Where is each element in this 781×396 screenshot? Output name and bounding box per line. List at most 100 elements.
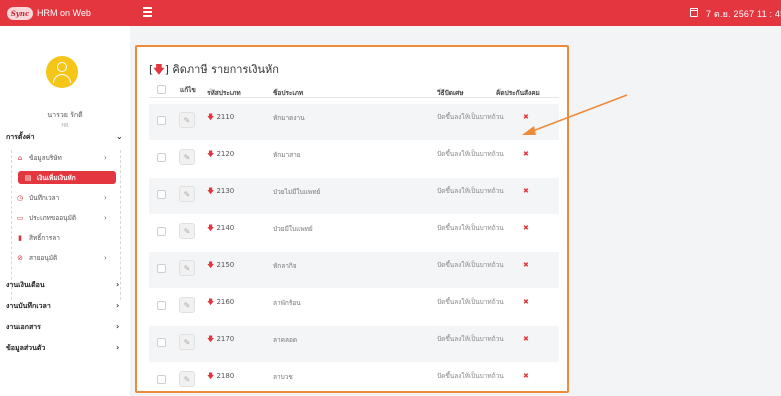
type-code: 🡇 2120 [207, 150, 235, 158]
table-row[interactable]: ✎ 🡇 2180 ลาบวช ปัดขึ้นลงให้เป็นบาทถ้วน ✖ [149, 363, 559, 391]
rounding-method: ปัดขึ้นลงให้เป็นบาทถ้วน [437, 372, 504, 380]
chevron-right-icon: › [104, 154, 107, 162]
edit-button[interactable]: ✎ [179, 186, 195, 202]
cross-icon: ✖ [523, 150, 529, 158]
type-name: ป่วยไม่มีใบแพทย์ [273, 188, 321, 196]
rounding-method: ปัดขึ้นลงให้เป็นบาทถ้วน [437, 261, 504, 269]
pencil-icon: ✎ [183, 189, 191, 199]
user-name: นารวย รักดี [47, 111, 83, 119]
arrow-down-icon: 🡇 [207, 298, 215, 306]
sidebar-section-time[interactable]: งานบันทึกเวลา › [6, 301, 119, 312]
pencil-icon: ✎ [183, 374, 191, 384]
list-icon: ▤ [24, 173, 32, 182]
brand[interactable]: Sync HRM on Web [7, 4, 91, 22]
row-checkbox[interactable] [157, 227, 166, 236]
sidebar-item-approval-line[interactable]: ⊘ สายอนุมัติ › [16, 251, 122, 265]
app-title: HRM on Web [37, 8, 91, 18]
page-title-text: คิดภาษี รายการเงินหัก [172, 63, 279, 76]
type-code: 🡇 2180 [207, 372, 235, 380]
user-icon [57, 62, 67, 72]
avatar[interactable] [46, 56, 78, 88]
table-row[interactable]: ✎ 🡇 2160 ลาพักร้อน ปัดขึ้นลงให้เป็นบาทถ้วน ✖ [149, 289, 559, 325]
menu-toggle-icon[interactable] [143, 7, 152, 17]
arrow-down-icon: 🡇 [207, 372, 215, 380]
brand-logo: Sync [7, 6, 33, 20]
type-name: หักมาดงาน [273, 114, 305, 122]
sort-icon: ⇅ [275, 88, 280, 94]
table-row[interactable]: ✎ 🡇 2130 ป่วยไม่มีใบแพทย์ ปัดขึ้นลงให้เป็นบ… [149, 178, 559, 214]
type-code: 🡇 2170 [207, 335, 235, 343]
sidebar-item-label: ประเภทขออนุมัติ [29, 214, 77, 222]
rounding-method: ปัดขึ้นลงให้เป็นบาทถ้วน [437, 150, 504, 158]
sidebar-section-label: งานเอกสาร [6, 323, 41, 331]
rounding-method: ปัดขึ้นลงให้เป็นบาทถ้วน [437, 335, 504, 343]
table-row[interactable]: ✎ 🡇 2150 หักลากิจ ปัดขึ้นลงให้เป็นบาทถ้วน ✖ [149, 252, 559, 288]
edit-button[interactable]: ✎ [179, 297, 195, 313]
edit-button[interactable]: ✎ [179, 223, 195, 239]
sidebar-item-label: สายอนุมัติ [29, 254, 58, 262]
row-checkbox[interactable] [157, 116, 166, 125]
chevron-right-icon: › [116, 343, 120, 352]
edit-button[interactable]: ✎ [179, 334, 195, 350]
sidebar-item-company-info[interactable]: ⌂ ข้อมูลบริษัท › [16, 151, 122, 165]
rounding-method: ปัดขึ้นลงให้เป็นบาทถ้วน [437, 113, 504, 121]
sidebar-item-label: ข้อมูลบริษัท [29, 154, 62, 162]
page-title: [🡇] คิดภาษี รายการเงินหัก [149, 63, 279, 76]
arrow-down-icon: 🡇 [153, 63, 165, 76]
sidebar-item-allowance-deduction[interactable]: ▤ เงินเพิ่มเงินหัก [18, 171, 116, 184]
arrow-down-icon: 🡇 [207, 224, 215, 232]
sidebar-section-label: งานบันทึกเวลา [6, 302, 51, 310]
arrow-down-icon: 🡇 [207, 335, 215, 343]
sort-icon: ⇅ [439, 88, 444, 94]
pencil-icon: ✎ [183, 152, 191, 162]
clock-icon: ◷ [16, 194, 24, 202]
calendar-icon: ▭ [16, 214, 24, 222]
table-row[interactable]: ✎ 🡇 2140 ป่วยมีใบแพทย์ ปัดขึ้นลงให้เป็นบาทถ… [149, 215, 559, 251]
type-name: หักลากิจ [273, 262, 297, 270]
table-row[interactable]: ✎ 🡇 2170 ลาคลอด ปัดขึ้นลงให้เป็นบาทถ้วน ✖ [149, 326, 559, 362]
arrow-down-icon: 🡇 [207, 187, 215, 195]
sidebar-item-approval-types[interactable]: ▭ ประเภทขออนุมัติ › [16, 211, 122, 225]
deduction-table-card: [🡇] คิดภาษี รายการเงินหัก แก้ไข รหัสประเ… [135, 45, 569, 393]
row-checkbox[interactable] [157, 301, 166, 310]
sidebar-section-documents[interactable]: งานเอกสาร › [6, 322, 119, 333]
sidebar-item-label: บันทึกเวลา [29, 194, 60, 202]
top-bar: Sync HRM on Web 7 ต.ย. 2567 11 : 45 : 54 [0, 0, 781, 26]
sidebar-item-time-record[interactable]: ◷ บันทึกเวลา › [16, 191, 122, 205]
table-row[interactable]: ✎ 🡇 2110 หักมาดงาน ปัดขึ้นลงให้เป็นบาทถ้วน ✖ [149, 104, 559, 140]
sidebar-item-label: สิทธิ์การลา [29, 234, 60, 242]
row-checkbox[interactable] [157, 338, 166, 347]
cross-icon: ✖ [523, 224, 529, 232]
edit-button[interactable]: ✎ [179, 112, 195, 128]
document-icon: ▮ [18, 234, 22, 242]
sidebar-section-personal[interactable]: ข้อมูลส่วนตัว › [6, 343, 119, 354]
datetime-display: 7 ต.ย. 2567 11 : 45 : 54 [706, 9, 781, 19]
sidebar-item-leave-rights[interactable]: ▮ สิทธิ์การลา [16, 231, 122, 245]
row-checkbox[interactable] [157, 153, 166, 162]
row-checkbox[interactable] [157, 375, 166, 384]
edit-button[interactable]: ✎ [179, 371, 195, 387]
sidebar-section-settings[interactable]: การตั้งค่า ⌄ [6, 132, 123, 143]
row-checkbox[interactable] [157, 190, 166, 199]
sort-icon: ⇅ [498, 88, 503, 94]
cross-icon: ✖ [523, 372, 529, 380]
pencil-icon: ✎ [183, 115, 191, 125]
type-name: หักมาสาย [273, 151, 301, 159]
edit-button[interactable]: ✎ [179, 260, 195, 276]
edit-button[interactable]: ✎ [179, 149, 195, 165]
sidebar-section-payroll[interactable]: งานเงินเดือน › [6, 280, 119, 291]
table-row[interactable]: ✎ 🡇 2120 หักมาสาย ปัดขึ้นลงให้เป็นบาทถ้วน ✖ [149, 141, 559, 177]
home-icon: ⌂ [17, 154, 23, 162]
chevron-right-icon: › [116, 301, 120, 310]
rounding-method: ปัดขึ้นลงให้เป็นบาทถ้วน [437, 224, 504, 232]
chevron-right-icon: › [116, 322, 120, 331]
pencil-icon: ✎ [183, 337, 191, 347]
chevron-right-icon: › [104, 254, 107, 262]
sort-icon: ⇅ [209, 88, 214, 94]
row-checkbox[interactable] [157, 264, 166, 273]
chevron-right-icon: › [104, 214, 107, 222]
select-all-checkbox[interactable] [157, 85, 166, 94]
sidebar-section-label: งานเงินเดือน [6, 281, 45, 289]
cross-icon: ✖ [523, 298, 529, 306]
type-code: 🡇 2110 [207, 113, 235, 121]
